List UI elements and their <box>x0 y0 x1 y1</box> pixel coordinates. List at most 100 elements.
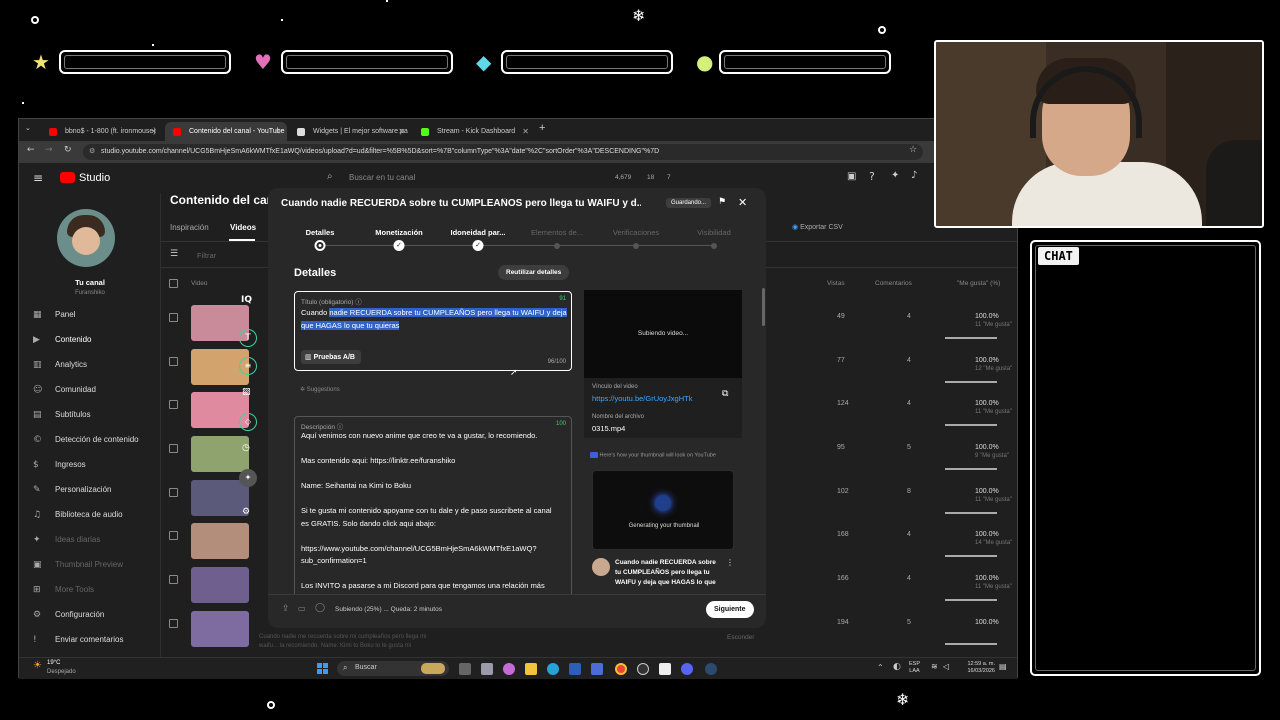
file-explorer-icon[interactable] <box>525 663 537 675</box>
row-checkbox[interactable] <box>169 313 178 322</box>
tab-search-icon[interactable]: ⌄ <box>25 124 31 132</box>
filter-icon[interactable]: ☰ <box>170 249 178 259</box>
row-checkbox[interactable] <box>169 444 178 453</box>
sidebar-item-analytics[interactable]: ▥ Analytics <box>33 360 87 374</box>
row-checkbox[interactable] <box>169 575 178 584</box>
close-icon[interactable]: ✕ <box>398 127 405 136</box>
close-icon[interactable]: ✕ <box>150 127 157 136</box>
channel-search[interactable]: ⌕ Buscar en tu canal 4,679 18 7 <box>327 170 747 188</box>
discord-icon[interactable] <box>681 663 693 675</box>
task-view-icon[interactable] <box>459 663 471 675</box>
more-vert-icon[interactable]: ⋮ <box>726 558 734 567</box>
language-indicator[interactable]: ESP LAA <box>909 661 920 675</box>
menu-icon[interactable]: ≡ <box>33 171 43 185</box>
close-icon[interactable]: ✕ <box>738 196 747 209</box>
avatar[interactable] <box>57 209 115 267</box>
tab-videos[interactable]: Videos <box>230 223 256 232</box>
video-link[interactable]: https://youtu.be/GrUoyJxgHTk <box>592 394 692 403</box>
select-all-checkbox[interactable] <box>169 279 178 288</box>
step-label[interactable]: Idoneidad par... <box>450 228 505 237</box>
sidebar-item-subtitles[interactable]: ▤ Subtítulos <box>33 410 91 424</box>
video-thumbnail[interactable] <box>191 567 249 603</box>
video-player[interactable]: Subiendo video... <box>584 290 742 378</box>
title-field[interactable]: Título (obligatorio) ⓘ 91 Cuando nadie R… <box>294 291 572 371</box>
browser-tab[interactable]: Widgets | El mejor software pa ✕ <box>289 122 411 141</box>
step-label[interactable]: Detalles <box>306 228 335 237</box>
row-checkbox[interactable] <box>169 531 178 540</box>
feedback-icon[interactable]: ⚑ <box>718 197 726 207</box>
title-text[interactable]: Cuando nadie RECUERDA sobre tu CUMPLEAÑO… <box>301 307 567 332</box>
sidebar-item-ideas[interactable]: ✦ Ideas diarias <box>33 535 100 549</box>
sidebar-item-audio-library[interactable]: ♫ Biblioteca de audio <box>33 510 123 524</box>
obs-icon[interactable] <box>637 663 649 675</box>
description-field[interactable]: Descripción ⓘ 100 Aquí venimos con nuevo… <box>294 416 572 594</box>
browser-tab[interactable]: Contenido del canal - YouTube ✕ <box>165 122 287 141</box>
sidebar-item-more-tools[interactable]: ⊞ More Tools <box>33 585 94 599</box>
step-label[interactable]: Monetización <box>375 228 423 237</box>
capcut-icon[interactable] <box>659 663 671 675</box>
iq-icon[interactable]: IQ <box>241 295 252 305</box>
volume-icon[interactable]: ◁ <box>943 662 949 671</box>
help-icon[interactable]: ? <box>869 170 875 183</box>
reload-icon[interactable]: ↻ <box>64 145 72 155</box>
tray-chevron-icon[interactable]: ⌃ <box>877 663 884 672</box>
start-button[interactable] <box>317 663 329 675</box>
sidebar-item-customize[interactable]: ✎ Personalización <box>33 485 111 499</box>
reuse-details-button[interactable]: Reutilizar detalles <box>498 265 570 280</box>
next-button[interactable]: Siguiente <box>706 601 754 618</box>
sidebar-item-copyright[interactable]: © Detección de contenido <box>33 435 139 449</box>
browser-tab[interactable]: Stream - Kick Dashboard ✕ <box>413 122 535 141</box>
sidebar-item-settings[interactable]: ⚙ Configuración <box>33 610 104 624</box>
row-checkbox[interactable] <box>169 357 178 366</box>
close-icon[interactable]: ✕ <box>274 127 281 136</box>
app-icon[interactable] <box>591 663 603 675</box>
video-thumbnail[interactable] <box>191 523 249 559</box>
magic-icon[interactable]: ✦ <box>239 469 257 487</box>
wifi-icon[interactable]: ≋ <box>931 662 938 671</box>
row-checkbox[interactable] <box>169 400 178 409</box>
clock[interactable]: 12:59 a. m. 16/03/2026 <box>961 661 995 675</box>
copilot-icon[interactable] <box>503 663 515 675</box>
copy-icon[interactable]: ⧉ <box>722 389 728 399</box>
sidebar-item-earn[interactable]: $ Ingresos <box>33 460 86 474</box>
list-icon[interactable]: ≡ <box>239 357 257 375</box>
notification-icon[interactable]: ▤ <box>999 662 1007 671</box>
video-thumbnail[interactable] <box>191 611 249 647</box>
scrollbar[interactable] <box>762 288 765 326</box>
taskbar-search[interactable]: ⌕ Buscar <box>337 661 449 676</box>
ab-test-button[interactable]: ▥ Pruebas A/B <box>301 350 361 364</box>
chrome-icon[interactable] <box>615 663 627 675</box>
image-icon[interactable]: ▨ <box>242 387 251 397</box>
bell-icon[interactable]: ♪ <box>911 170 917 181</box>
steam-icon[interactable] <box>705 663 717 675</box>
new-tab-button[interactable]: + <box>539 122 545 134</box>
suggestions-row[interactable]: ✲ Suggestions <box>300 386 340 393</box>
sparkle-ai-icon[interactable]: ✦ <box>891 170 899 181</box>
youtube-logo-icon[interactable] <box>60 172 75 183</box>
sidebar-item-dashboard[interactable]: ▦ Panel <box>33 310 75 324</box>
gear-icon[interactable]: ⚙ <box>242 507 250 517</box>
clock-icon[interactable]: ◷ <box>242 443 250 453</box>
tag-icon[interactable]: ◇ <box>239 413 257 431</box>
url-field[interactable]: ⚙ studio.youtube.com/channel/UCG5BmHjeSm… <box>83 144 923 160</box>
sidebar-item-content[interactable]: ▶ Contenido <box>33 335 91 349</box>
sidebar-item-feedback[interactable]: ! Enviar comentarios <box>33 635 123 649</box>
export-csv-button[interactable]: ◉ Exportar CSV <box>792 223 843 231</box>
message-icon[interactable]: ▣ <box>847 171 856 182</box>
tab-inspiracion[interactable]: Inspiración <box>170 223 209 232</box>
help-icon[interactable]: ⓘ <box>355 298 362 306</box>
sidebar-item-community[interactable]: ☺ Comunidad <box>33 385 96 399</box>
edge-icon[interactable] <box>547 663 559 675</box>
close-icon[interactable]: ✕ <box>522 127 529 136</box>
filter-input[interactable]: Filtrar <box>197 251 216 260</box>
sidebar-item-thumbnail-preview[interactable]: ▣ Thumbnail Preview <box>33 560 123 574</box>
text-icon[interactable]: T <box>239 329 257 347</box>
row-checkbox[interactable] <box>169 488 178 497</box>
tray-app-icon[interactable]: ◐ <box>893 662 901 672</box>
store-icon[interactable] <box>481 663 493 675</box>
row-checkbox[interactable] <box>169 619 178 628</box>
back-icon[interactable]: ← <box>27 145 35 155</box>
browser-tab[interactable]: bbno$ - 1-800 (ft. ironmouse) ✕ <box>41 122 163 141</box>
forward-icon[interactable]: → <box>45 145 53 155</box>
bookmark-star-icon[interactable]: ☆ <box>909 145 917 155</box>
